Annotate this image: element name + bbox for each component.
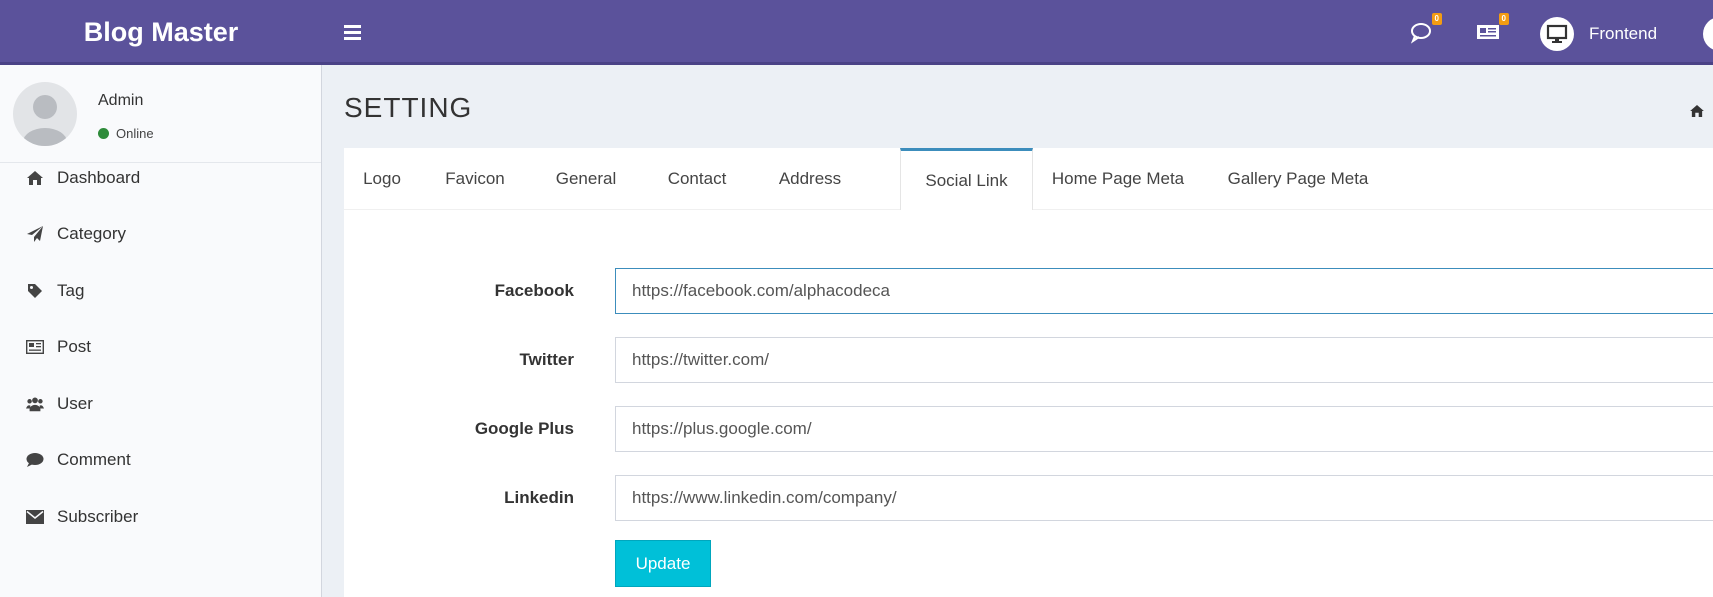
user-status-label: Online: [116, 126, 154, 141]
posts-notification-button[interactable]: 0: [1475, 13, 1509, 46]
newspaper-icon: [1477, 25, 1499, 39]
facebook-label: Facebook: [494, 281, 574, 300]
tab-logo[interactable]: Logo: [344, 148, 420, 209]
tab-home-page-meta[interactable]: Home Page Meta: [1033, 148, 1203, 209]
twitter-label: Twitter: [519, 350, 574, 369]
sidebar-item-subscriber[interactable]: Subscriber: [0, 497, 322, 537]
settings-tabs: Logo Favicon General Contact Address Soc…: [344, 148, 1713, 210]
tab-contact[interactable]: Contact: [642, 148, 752, 209]
update-button[interactable]: Update: [615, 540, 711, 587]
tab-social-link[interactable]: Social Link: [900, 148, 1033, 210]
home-icon: [26, 169, 44, 187]
paper-plane-icon: [26, 225, 44, 243]
sidebar-item-label: User: [57, 394, 93, 413]
comments-notification-button[interactable]: 0: [1408, 13, 1442, 46]
monitor-icon: [1540, 17, 1574, 51]
facebook-input[interactable]: [615, 268, 1713, 314]
status-dot-icon: [98, 128, 109, 139]
sidebar-item-label: Subscriber: [57, 507, 139, 526]
sidebar-item-label: Comment: [57, 450, 131, 469]
user-status: Online: [98, 126, 154, 141]
posts-badge: 0: [1498, 13, 1509, 25]
sidebar-item-label: Category: [57, 224, 126, 243]
envelope-icon: [26, 508, 44, 526]
user-panel: Admin Online: [0, 65, 321, 163]
app-logo[interactable]: Blog Master: [0, 0, 322, 65]
comment-icon: [26, 451, 44, 469]
sidebar-toggle-icon[interactable]: [344, 25, 361, 40]
frontend-label: Frontend: [1589, 24, 1658, 43]
user-name: Admin: [98, 92, 144, 109]
page-title: SETTING: [344, 92, 473, 123]
sidebar-item-post[interactable]: Post: [0, 327, 322, 367]
frontend-link[interactable]: Frontend: [1540, 17, 1657, 51]
users-icon: [26, 395, 44, 413]
sidebar: Admin Online Dashboard Category Tag Post: [0, 65, 322, 597]
linkedin-input[interactable]: [615, 475, 1713, 521]
sidebar-item-dashboard[interactable]: Dashboard: [0, 158, 322, 198]
top-navbar: Blog Master 0 0 Frontend: [0, 0, 1713, 65]
tab-favicon[interactable]: Favicon: [420, 148, 530, 209]
newspaper-icon: [26, 338, 44, 356]
sidebar-item-category[interactable]: Category: [0, 214, 322, 254]
linkedin-label: Linkedin: [504, 488, 574, 507]
google-plus-input[interactable]: [615, 406, 1713, 452]
sidebar-item-comment[interactable]: Comment: [0, 440, 322, 480]
avatar: [13, 82, 77, 146]
tab-address[interactable]: Address: [752, 148, 868, 209]
sidebar-item-label: Tag: [57, 281, 85, 300]
twitter-input[interactable]: [615, 337, 1713, 383]
tag-icon: [26, 282, 44, 300]
tab-gallery-page-meta[interactable]: Gallery Page Meta: [1203, 148, 1393, 209]
sidebar-item-label: Post: [57, 337, 92, 356]
sidebar-item-user[interactable]: User: [0, 384, 322, 424]
settings-panel: Logo Favicon General Contact Address Soc…: [344, 148, 1713, 597]
google-plus-label: Google Plus: [474, 419, 574, 438]
comment-bubble-icon: [1410, 23, 1431, 44]
comments-badge: 0: [1431, 13, 1442, 25]
user-menu-avatar[interactable]: [1703, 17, 1713, 51]
breadcrumb-home-icon[interactable]: [1690, 104, 1704, 118]
sidebar-item-label: Dashboard: [57, 168, 141, 187]
sidebar-item-tag[interactable]: Tag: [0, 271, 322, 311]
tab-general[interactable]: General: [530, 148, 642, 209]
